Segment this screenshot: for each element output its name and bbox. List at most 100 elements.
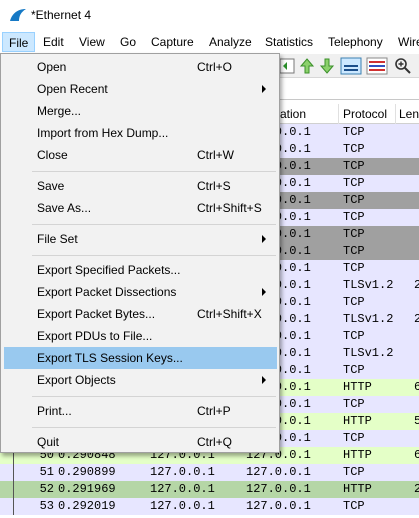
packet-proto: TCP xyxy=(343,125,365,139)
packet-proto: TCP xyxy=(343,142,365,156)
column-divider[interactable] xyxy=(338,104,339,124)
conversation-line xyxy=(13,481,14,498)
file-menu-export-tls-session-keys[interactable]: Export TLS Session Keys... xyxy=(4,347,277,369)
packet-proto: TCP xyxy=(343,227,365,241)
file-menu-save[interactable]: Save Ctrl+S xyxy=(4,175,277,197)
menu-separator xyxy=(32,224,276,225)
packet-proto: TLSv1.2 xyxy=(343,278,394,292)
packet-proto: TCP xyxy=(343,329,365,343)
file-menu-export-pdus-to-file[interactable]: Export PDUs to File... xyxy=(4,325,277,347)
packet-proto: HTTP xyxy=(343,380,372,394)
menu-item-label: Save xyxy=(37,179,65,193)
go-to-first-packet-icon[interactable] xyxy=(278,57,296,75)
menu-item-label: Close xyxy=(37,148,68,162)
packet-proto: HTTP xyxy=(343,414,372,428)
column-length[interactable]: Leng xyxy=(399,107,419,121)
packet-proto: TCP xyxy=(343,244,365,258)
column-protocol[interactable]: Protocol xyxy=(343,107,387,121)
autoscroll-icon[interactable] xyxy=(340,57,362,75)
packet-len: 5 xyxy=(414,414,419,428)
menu-item-label: Import from Hex Dump... xyxy=(37,126,169,140)
menu-item-shortcut: Ctrl+Shift+X xyxy=(197,307,262,321)
packet-row[interactable]: 51 0.290899 127.0.0.1 127.0.0.1 TCP xyxy=(0,464,419,481)
menu-telephony[interactable]: Telephony xyxy=(328,34,383,50)
packet-len: 6 xyxy=(414,380,419,394)
window-title: *Ethernet 4 xyxy=(31,8,92,22)
menu-wire[interactable]: Wire xyxy=(398,34,419,50)
file-menu-print[interactable]: Print... Ctrl+P xyxy=(4,400,277,422)
packet-dst: 127.0.0.1 xyxy=(246,465,311,479)
file-menu-export-packet-bytes[interactable]: Export Packet Bytes... Ctrl+Shift+X xyxy=(4,303,277,325)
menu-item-shortcut: Ctrl+O xyxy=(197,60,233,74)
file-menu-export-objects[interactable]: Export Objects xyxy=(4,369,277,391)
zoom-in-icon[interactable] xyxy=(394,57,412,75)
packet-proto: TLSv1.2 xyxy=(343,346,394,360)
menu-separator xyxy=(32,171,276,172)
menu-statistics[interactable]: Statistics xyxy=(265,34,313,50)
menu-item-label: Export Specified Packets... xyxy=(37,263,181,277)
menu-item-shortcut: Ctrl+W xyxy=(197,148,234,162)
conversation-line xyxy=(13,464,14,481)
conversation-line xyxy=(13,498,14,515)
menu-analyze[interactable]: Analyze xyxy=(209,34,252,50)
menu-item-shortcut: Ctrl+S xyxy=(197,179,231,193)
column-divider[interactable] xyxy=(395,104,396,124)
packet-src: 127.0.0.1 xyxy=(150,499,215,513)
colorize-icon[interactable] xyxy=(366,57,388,75)
file-menu-export-specified-packets[interactable]: Export Specified Packets... xyxy=(4,259,277,281)
go-up-icon[interactable] xyxy=(298,57,316,75)
packet-len: 2 xyxy=(414,482,419,496)
packet-proto: TCP xyxy=(343,465,365,479)
file-menu-merge[interactable]: Merge... xyxy=(4,100,277,122)
menu-edit[interactable]: Edit xyxy=(43,34,64,50)
packet-time: 0.290899 xyxy=(58,465,116,479)
file-menu-quit[interactable]: Quit Ctrl+Q xyxy=(4,431,277,453)
menu-capture[interactable]: Capture xyxy=(151,34,194,50)
file-menu-import-from-hex-dump[interactable]: Import from Hex Dump... xyxy=(4,122,277,144)
packet-row[interactable]: 53 0.292019 127.0.0.1 127.0.0.1 TCP xyxy=(0,498,419,515)
packet-proto: TCP xyxy=(343,159,365,173)
packet-num: 51 xyxy=(39,465,54,479)
file-menu-export-packet-dissections[interactable]: Export Packet Dissections xyxy=(4,281,277,303)
menu-item-label: Open xyxy=(37,60,67,74)
file-menu-open-recent[interactable]: Open Recent xyxy=(4,78,277,100)
packet-list-header: ation Protocol Leng xyxy=(278,104,419,124)
menu-item-shortcut: Ctrl+Q xyxy=(197,435,233,449)
menu-item-shortcut: Ctrl+P xyxy=(197,404,231,418)
menu-item-label: Export PDUs to File... xyxy=(37,329,153,343)
wireshark-fin-icon xyxy=(10,9,26,21)
menu-separator xyxy=(32,427,276,428)
column-destination[interactable]: ation xyxy=(280,107,306,121)
packet-src: 127.0.0.1 xyxy=(150,465,215,479)
submenu-arrow-icon xyxy=(262,235,266,243)
menu-item-label: File Set xyxy=(37,232,78,246)
packet-proto: TCP xyxy=(343,499,365,513)
file-menu-open[interactable]: Open Ctrl+O xyxy=(4,56,277,78)
main-toolbar xyxy=(278,54,419,78)
submenu-arrow-icon xyxy=(262,85,266,93)
packet-proto: TCP xyxy=(343,431,365,445)
menu-item-label: Print... xyxy=(37,404,72,418)
packet-proto: HTTP xyxy=(343,482,372,496)
menu-go[interactable]: Go xyxy=(120,34,136,50)
packet-time: 0.292019 xyxy=(58,499,116,513)
file-menu-save-as[interactable]: Save As... Ctrl+Shift+S xyxy=(4,197,277,219)
packet-num: 53 xyxy=(39,499,54,513)
packet-proto: TCP xyxy=(343,176,365,190)
packet-len: 2 xyxy=(414,312,419,326)
menu-item-label: Save As... xyxy=(37,201,92,215)
file-menu-file-set[interactable]: File Set xyxy=(4,228,277,250)
file-menu-dropdown: Open Ctrl+O Open Recent Merge... Import from… xyxy=(0,53,280,453)
menu-item-label: Quit xyxy=(37,435,60,449)
packet-proto: TCP xyxy=(343,295,365,309)
menu-view[interactable]: View xyxy=(79,34,105,50)
packet-proto: TCP xyxy=(343,193,365,207)
menu-bar: File Edit View Go Capture Analyze Statistics Te… xyxy=(0,31,419,53)
display-filter-bar[interactable] xyxy=(278,78,419,100)
packet-row[interactable]: 52 0.291969 127.0.0.1 127.0.0.1 HTTP 2 xyxy=(0,481,419,498)
menu-item-label: Export Packet Bytes... xyxy=(37,307,156,321)
menu-file[interactable]: File xyxy=(2,32,36,52)
go-down-icon[interactable] xyxy=(318,57,336,75)
packet-proto: TCP xyxy=(343,261,365,275)
file-menu-close[interactable]: Close Ctrl+W xyxy=(4,144,277,166)
